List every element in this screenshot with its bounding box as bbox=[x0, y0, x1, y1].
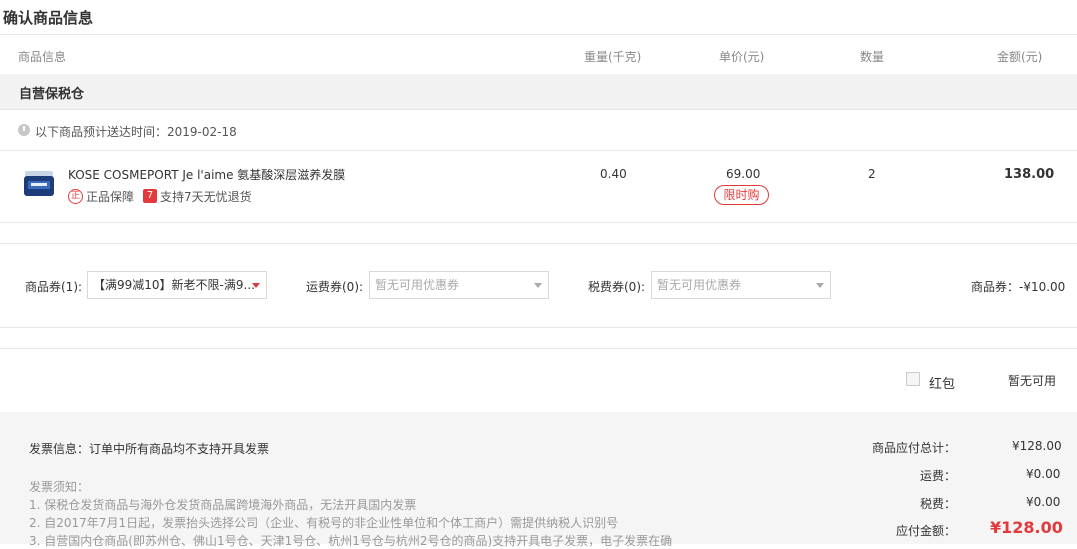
item-quantity: 2 bbox=[868, 167, 876, 181]
invoice-note-2: 2. 自2017年7月1日起，发票抬头选择公司（企业、有税号的非企业性单位和个体… bbox=[29, 516, 619, 530]
seven-day-return-icon: 7 bbox=[143, 189, 157, 203]
shipping-fee-label: 运费： bbox=[920, 469, 957, 483]
item-weight: 0.40 bbox=[600, 167, 627, 181]
warehouse-name: 自营保税仓 bbox=[19, 87, 85, 102]
return-policy-label: 支持7天无忧退货 bbox=[160, 190, 252, 204]
page-title: 确认商品信息 bbox=[3, 9, 94, 27]
coupon-top-divider bbox=[0, 243, 1077, 244]
delivery-estimate: 以下商品预计送达时间：2019-02-18 bbox=[35, 125, 237, 139]
product-coupon-label: 商品券(1): bbox=[25, 280, 83, 294]
invoice-note-3: 3. 自营国内仓商品(即苏州仓、佛山1号仓、天津1号仓、杭州1号仓与杭州2号仓的… bbox=[29, 534, 673, 548]
delivery-divider bbox=[0, 150, 1077, 151]
tax-coupon-placeholder: 暂无可用优惠券 bbox=[657, 278, 742, 292]
hair-mask-jar-icon[interactable] bbox=[22, 168, 56, 200]
chevron-down-icon bbox=[816, 283, 824, 288]
header-product: 商品信息 bbox=[18, 50, 67, 64]
tax-coupon-label: 税费券(0): bbox=[588, 280, 646, 294]
title-divider bbox=[0, 34, 1077, 35]
header-quantity: 数量 bbox=[860, 50, 885, 64]
warehouse-header: 自营保税仓 bbox=[0, 74, 1077, 110]
chevron-down-icon bbox=[534, 283, 542, 288]
total-label: 应付金额： bbox=[896, 524, 957, 538]
genuine-badge-label: 正品保障 bbox=[86, 190, 135, 204]
item-amount: 138.00 bbox=[1004, 167, 1055, 182]
product-name-link[interactable]: KOSE COSMEPORT Je l'aime 氨基酸深层滋养发膜 bbox=[68, 166, 345, 183]
shipping-fee-value: ¥0.00 bbox=[1026, 467, 1061, 481]
invoice-note-1: 1. 保税仓发货商品与海外仓发货商品属跨境海外商品，无法开具国内发票 bbox=[29, 498, 417, 512]
tax-fee-value: ¥0.00 bbox=[1026, 495, 1061, 509]
total-value: ¥128.00 bbox=[990, 518, 1063, 537]
shipping-coupon-select[interactable]: 暂无可用优惠券 bbox=[369, 271, 549, 299]
item-unit-price: 69.00 bbox=[726, 167, 761, 181]
tax-coupon-select[interactable]: 暂无可用优惠券 bbox=[651, 271, 831, 299]
shipping-coupon-label: 运费券(0): bbox=[306, 280, 364, 294]
header-weight: 重量(千克) bbox=[584, 50, 642, 64]
product-coupon-select[interactable]: 【满99减10】新老不限-满9... bbox=[87, 271, 267, 299]
product-divider bbox=[0, 222, 1077, 223]
red-packet-label: 红包 bbox=[929, 377, 956, 392]
tax-fee-label: 税费： bbox=[920, 497, 957, 511]
genuine-icon: 正 bbox=[68, 189, 83, 204]
red-packet-checkbox[interactable] bbox=[906, 372, 920, 386]
subtotal-value: ¥128.00 bbox=[1012, 439, 1062, 453]
coupon-bottom-divider bbox=[0, 327, 1077, 328]
redpacket-top-divider bbox=[0, 348, 1077, 349]
header-amount: 金额(元) bbox=[997, 50, 1043, 64]
limited-time-tag: 限时购 bbox=[714, 185, 769, 205]
invoice-notice-title: 发票须知： bbox=[29, 480, 90, 494]
header-price: 单价(元) bbox=[719, 50, 765, 64]
coupon-discount-summary: 商品券：-¥10.00 bbox=[971, 280, 1066, 294]
red-packet-status: 暂无可用 bbox=[1008, 374, 1057, 388]
product-coupon-selected: 【满99减10】新老不限-满9... bbox=[93, 278, 255, 292]
subtotal-label: 商品应付总计： bbox=[872, 441, 957, 455]
shipping-coupon-placeholder: 暂无可用优惠券 bbox=[375, 278, 460, 292]
invoice-info: 发票信息：订单中所有商品均不支持开具发票 bbox=[29, 442, 270, 456]
clock-icon bbox=[18, 124, 30, 136]
chevron-down-icon bbox=[252, 283, 260, 288]
